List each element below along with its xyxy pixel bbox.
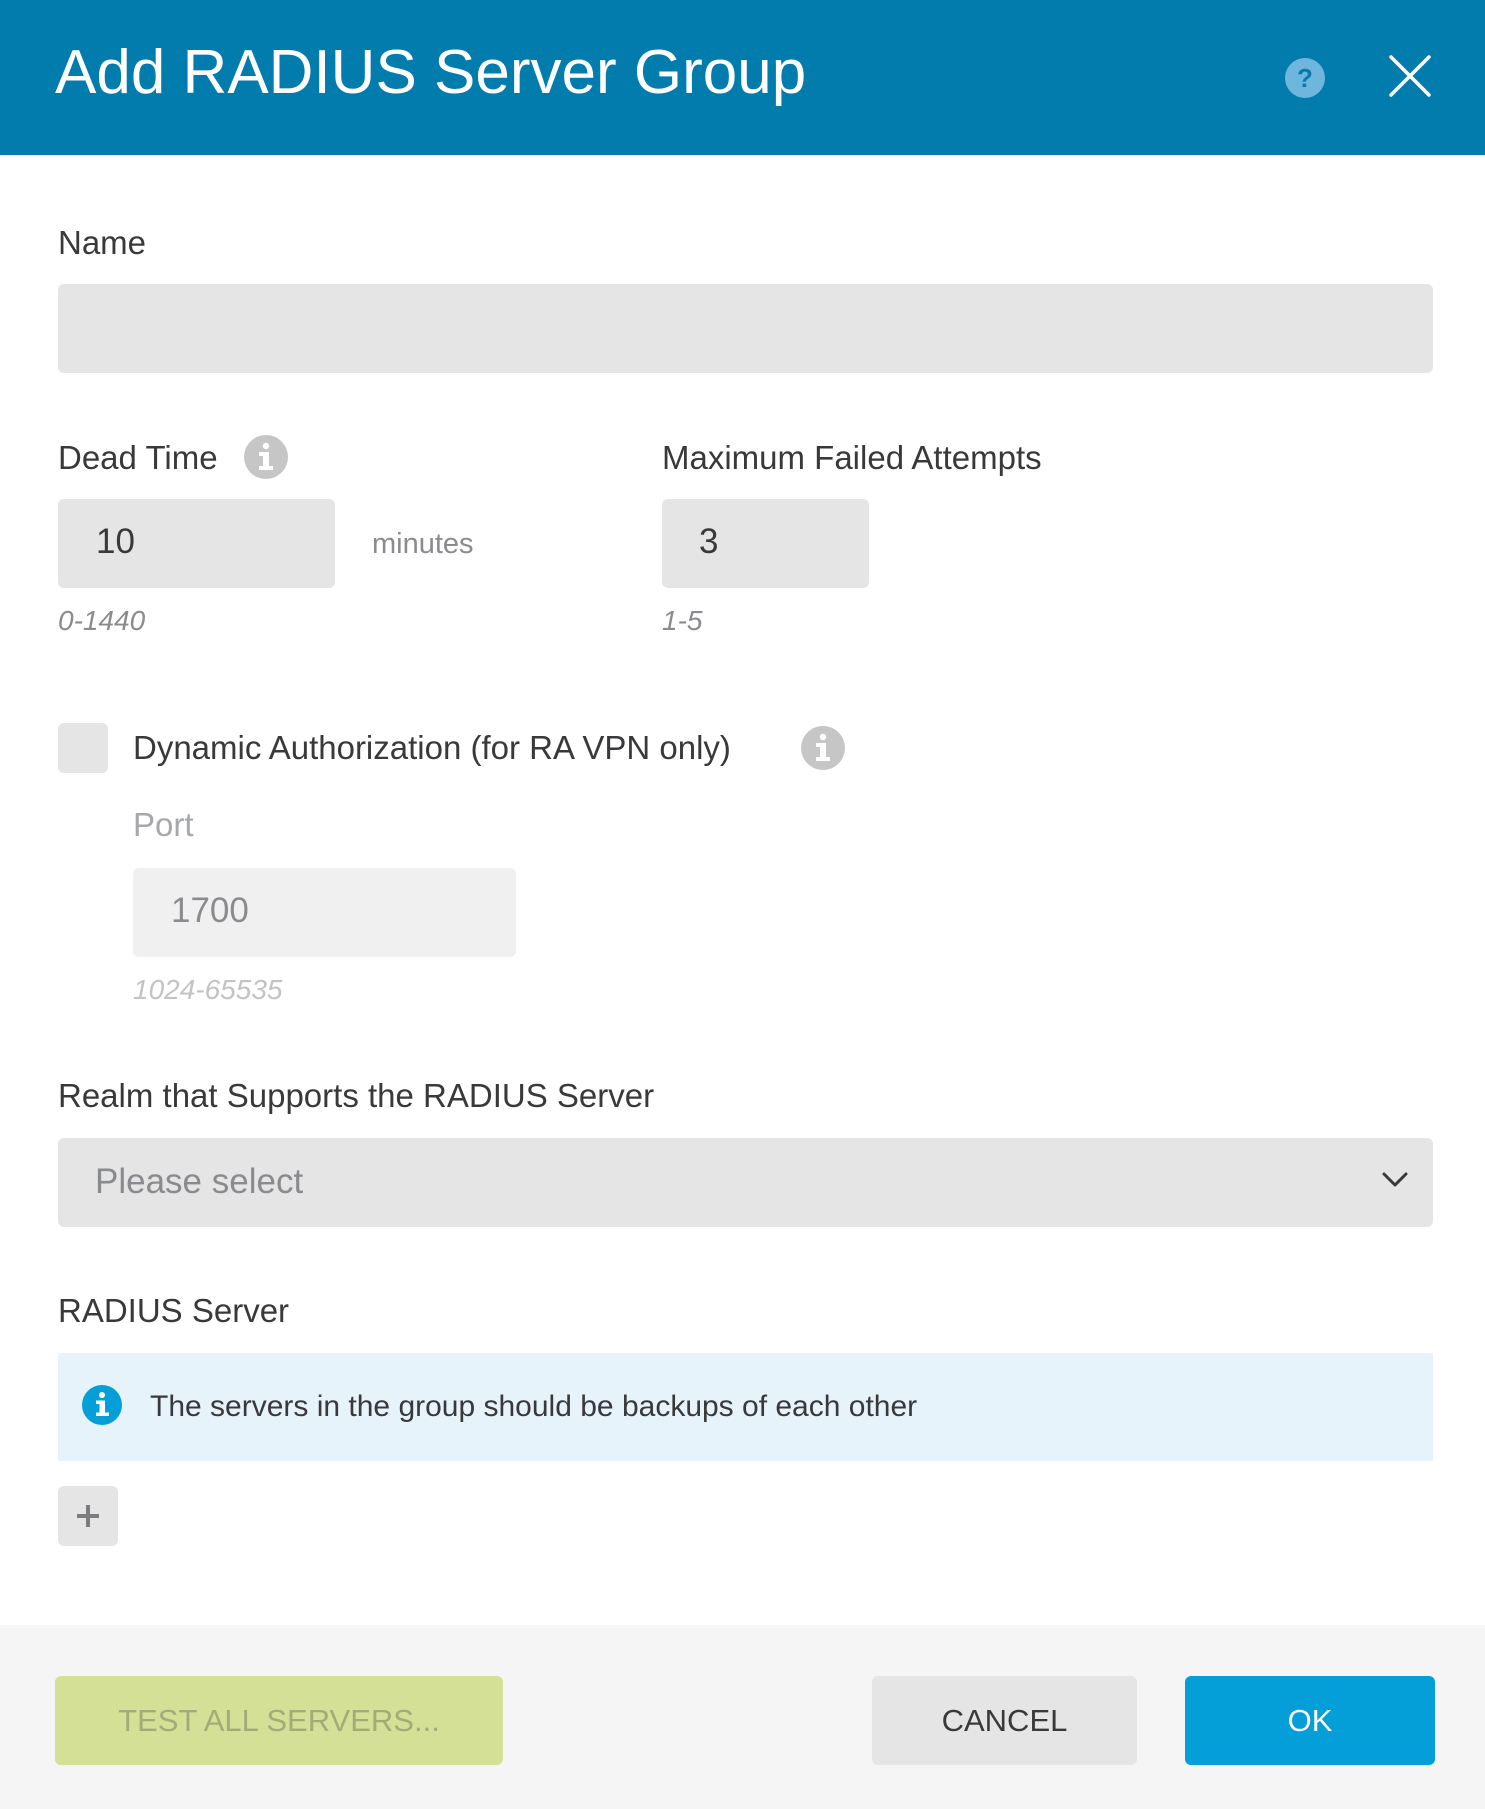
- dialog-title: Add RADIUS Server Group: [55, 38, 807, 107]
- name-input[interactable]: [58, 284, 1433, 373]
- dead-time-unit: minutes: [372, 528, 474, 560]
- name-label: Name: [58, 224, 147, 261]
- dead-time-range: 0-1440: [58, 605, 146, 636]
- port-range: 1024-65535: [133, 974, 283, 1005]
- realm-placeholder: Please select: [95, 1162, 304, 1201]
- close-icon[interactable]: [1388, 54, 1432, 98]
- max-failed-attempts-range: 1-5: [662, 605, 703, 636]
- radius-server-label: RADIUS Server: [58, 1292, 290, 1329]
- max-failed-attempts-input[interactable]: [662, 499, 869, 588]
- info-banner-text: The servers in the group should be backu…: [150, 1390, 918, 1423]
- help-icon[interactable]: ?: [1284, 57, 1326, 99]
- info-icon: [82, 1385, 122, 1425]
- dead-time-label: Dead Time: [58, 439, 218, 476]
- plus-icon: [77, 1505, 99, 1527]
- port-label: Port: [133, 806, 194, 843]
- test-all-servers-button[interactable]: TEST ALL SERVERS...: [55, 1676, 503, 1765]
- dead-time-info-icon[interactable]: [243, 434, 289, 480]
- cancel-button[interactable]: CANCEL: [872, 1676, 1137, 1765]
- chevron-down-icon: [1382, 1172, 1408, 1187]
- ok-button[interactable]: OK: [1185, 1676, 1435, 1765]
- max-failed-attempts-label: Maximum Failed Attempts: [662, 439, 1042, 476]
- dynamic-authorization-info-icon[interactable]: [800, 725, 846, 771]
- realm-label: Realm that Supports the RADIUS Server: [58, 1077, 655, 1114]
- dynamic-authorization-label: Dynamic Authorization (for RA VPN only): [133, 729, 731, 766]
- dead-time-value: 10: [96, 522, 135, 561]
- port-value: 1700: [171, 891, 249, 930]
- max-failed-attempts-value: 3: [699, 522, 719, 561]
- svg-text:?: ?: [1297, 63, 1313, 93]
- dynamic-authorization-checkbox[interactable]: [58, 723, 108, 773]
